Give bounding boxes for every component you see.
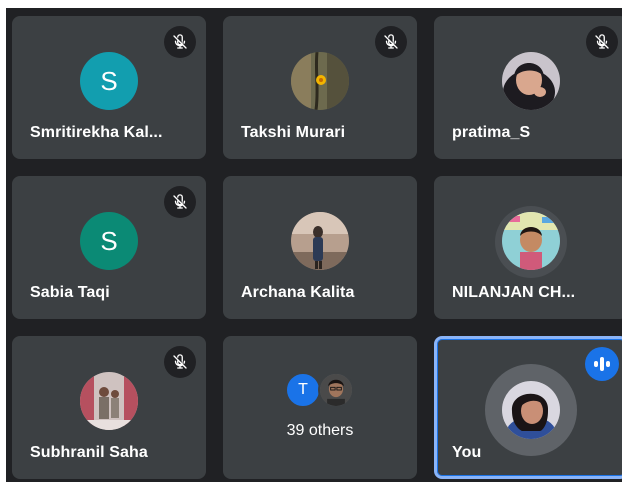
participant-tile-smritirekha[interactable]: S Smritirekha Kal...: [12, 16, 206, 159]
participant-name: NILANJAN CH...: [452, 284, 576, 301]
participant-name: Subhranil Saha: [30, 444, 148, 461]
mic-off-icon: [586, 26, 618, 58]
avatar: S: [80, 52, 138, 110]
avatar: [502, 212, 560, 270]
mic-off-icon: [375, 26, 407, 58]
others-avatars: T: [285, 372, 365, 408]
participant-tile-archana[interactable]: Archana Kalita: [223, 176, 417, 319]
mic-off-icon: [164, 26, 196, 58]
avatar-initial: S: [100, 225, 118, 256]
participant-name: Takshi Murari: [241, 124, 346, 141]
participant-name: pratima_S: [452, 124, 531, 141]
participant-tile-nilanjan[interactable]: NILANJAN CH...: [434, 176, 622, 319]
others-tile[interactable]: T 39 others: [223, 336, 417, 479]
meeting-screen: S Smritirekha Kal... Takshi Murari prati…: [0, 0, 622, 484]
avatar-initial: S: [100, 65, 118, 96]
mic-off-icon: [164, 346, 196, 378]
participant-tile-pratima[interactable]: pratima_S: [434, 16, 622, 159]
participant-name: Sabia Taqi: [30, 284, 110, 301]
participant-tile-subhranil[interactable]: Subhranil Saha: [12, 336, 206, 479]
mic-off-icon: [164, 186, 196, 218]
avatar: [80, 372, 138, 430]
avatar: [291, 52, 349, 110]
others-count: 39 others: [286, 422, 354, 439]
participant-name: Smritirekha Kal...: [30, 124, 163, 141]
avatar: [318, 372, 354, 408]
participant-tile-takshi[interactable]: Takshi Murari: [223, 16, 417, 159]
avatar: T: [285, 372, 321, 408]
avatar: [502, 52, 560, 110]
participant-name: Archana Kalita: [241, 284, 355, 301]
avatar-initial: T: [298, 381, 308, 398]
avatar: [291, 212, 349, 270]
participant-tile-sabia[interactable]: S Sabia Taqi: [12, 176, 206, 319]
participant-name: You: [452, 444, 482, 461]
audio-level-icon: [585, 347, 619, 381]
avatar: S: [80, 212, 138, 270]
self-tile[interactable]: You: [434, 336, 622, 479]
avatar: [502, 381, 560, 439]
participant-grid: S Smritirekha Kal... Takshi Murari prati…: [6, 8, 622, 482]
